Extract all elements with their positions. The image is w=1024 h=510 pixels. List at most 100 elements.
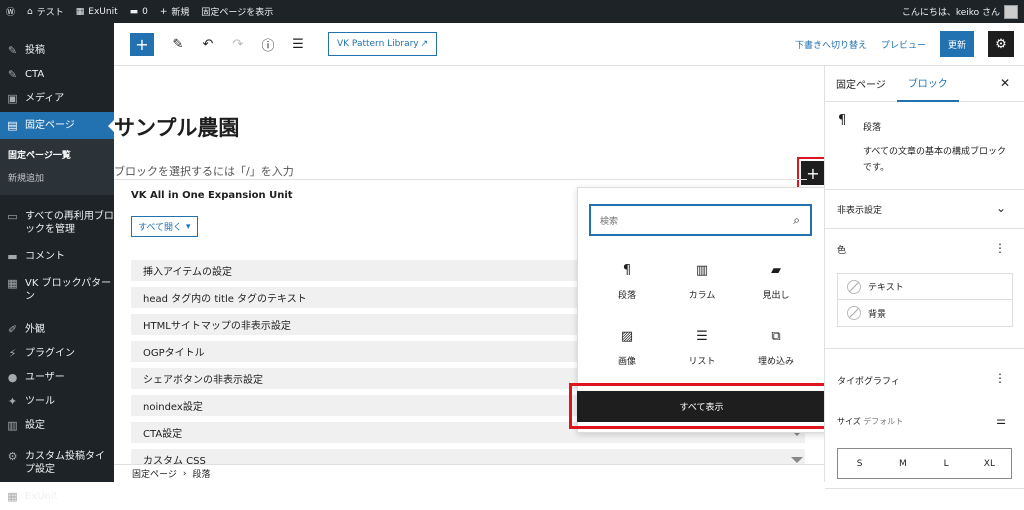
menu-reusable-blocks[interactable]: ▭ すべての再利用ブロックを管理 — [0, 203, 114, 243]
avatar — [1004, 4, 1018, 19]
my-account[interactable]: こんにちは、keiko さん — [896, 0, 1024, 23]
more-options-icon[interactable]: ⋮ — [994, 241, 1006, 255]
pin-icon: ✎ — [7, 44, 18, 57]
menu-users[interactable]: ● ユーザー — [0, 367, 114, 391]
breadcrumb-root[interactable]: 固定ページ — [132, 467, 177, 480]
list-view-icon[interactable]: ☰ — [286, 32, 310, 56]
color-swatch — [847, 306, 861, 320]
block-name: 段落 — [863, 123, 882, 133]
paragraph-placeholder[interactable]: ブロックを選択するには「/」を入力 — [114, 163, 294, 179]
show-all-button[interactable]: すべて表示 — [577, 391, 826, 422]
info-icon[interactable]: ⓘ — [256, 32, 280, 56]
menu-pages[interactable]: ▤ 固定ページ — [0, 112, 115, 139]
tab-page[interactable]: 固定ページ — [825, 66, 897, 102]
font-size-picker: S M L XL — [837, 448, 1012, 479]
inserter-item-heading[interactable]: ▰ 見出し — [741, 263, 811, 319]
menu-posts[interactable]: ✎ 投稿 — [0, 37, 114, 64]
size-xl-option[interactable]: XL — [968, 449, 1011, 478]
size-l-option[interactable]: L — [925, 449, 968, 478]
exunit-icon: ▦ — [75, 6, 85, 17]
grid-icon: ▦ — [7, 277, 18, 290]
wordpress-logo-icon[interactable]: Ⓦ — [0, 0, 21, 23]
wrench-icon: ✦ — [7, 395, 18, 408]
admin-bar: Ⓦ ⌂ テスト ▦ ExUnit ▬ 0 + 新規 固定ページを表示 こんにちは、kei… — [0, 0, 1024, 23]
color-options: テキスト 背景 — [837, 273, 1013, 327]
menu-exunit[interactable]: ▦ ExUnit — [0, 483, 114, 510]
list-icon: ☰ — [696, 329, 708, 344]
site-name-link[interactable]: ⌂ テスト — [21, 0, 70, 23]
color-text-option[interactable]: テキスト — [838, 274, 1012, 300]
sidebar-tabs: 固定ページ ブロック ✕ — [825, 66, 1024, 102]
comment-icon: ▬ — [7, 250, 18, 263]
block-card: ¶ 段落 すべての文章の基本の構成ブロックです。 — [825, 102, 1024, 190]
redo-icon[interactable]: ↷ — [226, 32, 250, 56]
block-inserter-toggle[interactable]: + — [130, 32, 154, 56]
switch-to-draft-button[interactable]: 下書きへ切り替え — [795, 38, 867, 51]
paragraph-icon: ¶ — [622, 263, 632, 278]
settings-gear-icon[interactable]: ⚙ — [988, 31, 1014, 57]
close-icon[interactable]: ✕ — [1000, 76, 1010, 90]
caret-down-icon — [791, 457, 803, 463]
comments-link[interactable]: ▬ 0 — [124, 0, 154, 23]
paragraph-icon: ¶ — [838, 113, 847, 128]
inserter-search-input[interactable]: 検索 ⌕ — [589, 204, 812, 236]
size-m-option[interactable]: M — [881, 449, 924, 478]
pages-submenu: 固定ページ一覧 新規追加 — [0, 139, 114, 195]
menu-appearance[interactable]: ✐ 外観 — [0, 316, 114, 343]
settings-icon: ▥ — [7, 419, 18, 432]
post-title[interactable]: サンプル農園 — [114, 112, 239, 142]
inserter-item-embed[interactable]: ⧉ 埋め込み — [741, 329, 811, 385]
inserter-item-paragraph[interactable]: ¶ 段落 — [592, 263, 662, 319]
embed-icon: ⧉ — [771, 329, 781, 344]
panel-color: 色 ⋮ テキスト 背景 — [825, 229, 1024, 349]
menu-cta[interactable]: ✎ CTA — [0, 64, 114, 88]
edit-tool-icon[interactable]: ✎ — [166, 32, 190, 56]
bookmark-icon: ▰ — [771, 263, 781, 278]
view-page-link[interactable]: 固定ページを表示 — [195, 0, 279, 23]
media-icon: ▣ — [7, 92, 18, 105]
brush-icon: ✐ — [7, 323, 18, 336]
update-button[interactable]: 更新 — [939, 31, 974, 57]
breadcrumb-separator: › — [182, 468, 187, 479]
size-s-option[interactable]: S — [838, 449, 881, 478]
menu-settings[interactable]: ▥ 設定 — [0, 415, 114, 439]
menu-custom-post-types[interactable]: ⚙ カスタム投稿タイプ設定 — [0, 443, 114, 483]
exunit-icon: ▦ — [7, 490, 18, 503]
plus-icon: + — [159, 6, 168, 17]
color-swatch — [847, 279, 861, 294]
panel-hide-settings[interactable]: 非表示設定 ⌄ — [825, 190, 1024, 229]
gear-icon: ⚙ — [7, 450, 18, 463]
accordion-item[interactable]: カスタム CSS — [131, 449, 805, 464]
vk-pattern-library-button[interactable]: VK Pattern Library ↗ — [328, 32, 438, 56]
menu-comments[interactable]: ▬ コメント — [0, 243, 114, 270]
sliders-icon[interactable]: ⚌ — [996, 414, 1006, 427]
user-icon: ● — [7, 371, 18, 384]
color-background-option[interactable]: 背景 — [838, 300, 1012, 326]
inserter-item-columns[interactable]: ▥ カラム — [667, 263, 737, 319]
menu-plugins[interactable]: ⚡ プラグイン — [0, 343, 114, 367]
inserter-item-image[interactable]: ▨ 画像 — [592, 329, 662, 385]
new-content-link[interactable]: + 新規 — [154, 0, 196, 23]
external-link-icon: ↗ — [420, 39, 429, 49]
submenu-all-pages[interactable]: 固定ページ一覧 — [0, 143, 114, 166]
undo-icon[interactable]: ↶ — [196, 32, 220, 56]
exunit-link[interactable]: ▦ ExUnit — [70, 0, 124, 23]
preview-button[interactable]: プレビュー — [881, 38, 926, 51]
pin-icon: ✎ — [7, 68, 18, 81]
more-options-icon[interactable]: ⋮ — [994, 371, 1006, 385]
chevron-down-icon: ⌄ — [995, 201, 1006, 215]
inserter-item-list[interactable]: ☰ リスト — [667, 329, 737, 385]
menu-vk-patterns[interactable]: ▦ VK ブロックパターン — [0, 270, 114, 310]
comment-icon: ▬ — [129, 6, 139, 17]
open-all-button[interactable]: すべて開く ▾ — [131, 216, 198, 237]
submenu-add-new[interactable]: 新規追加 — [0, 166, 114, 189]
breadcrumb-current: 段落 — [192, 470, 211, 480]
image-icon: ▨ — [620, 329, 634, 344]
tab-block[interactable]: ブロック — [896, 66, 959, 102]
metabox-title: VK All in One Expansion Unit — [131, 190, 293, 201]
menu-tools[interactable]: ✦ ツール — [0, 391, 114, 415]
panel-typography: タイポグラフィ ⋮ サイズ デフォルト ⚌ S M L XL — [825, 349, 1024, 489]
menu-media[interactable]: ▣ メディア — [0, 88, 114, 112]
columns-icon: ▥ — [695, 263, 709, 278]
breadcrumb: 固定ページ › 段落 — [114, 464, 824, 482]
